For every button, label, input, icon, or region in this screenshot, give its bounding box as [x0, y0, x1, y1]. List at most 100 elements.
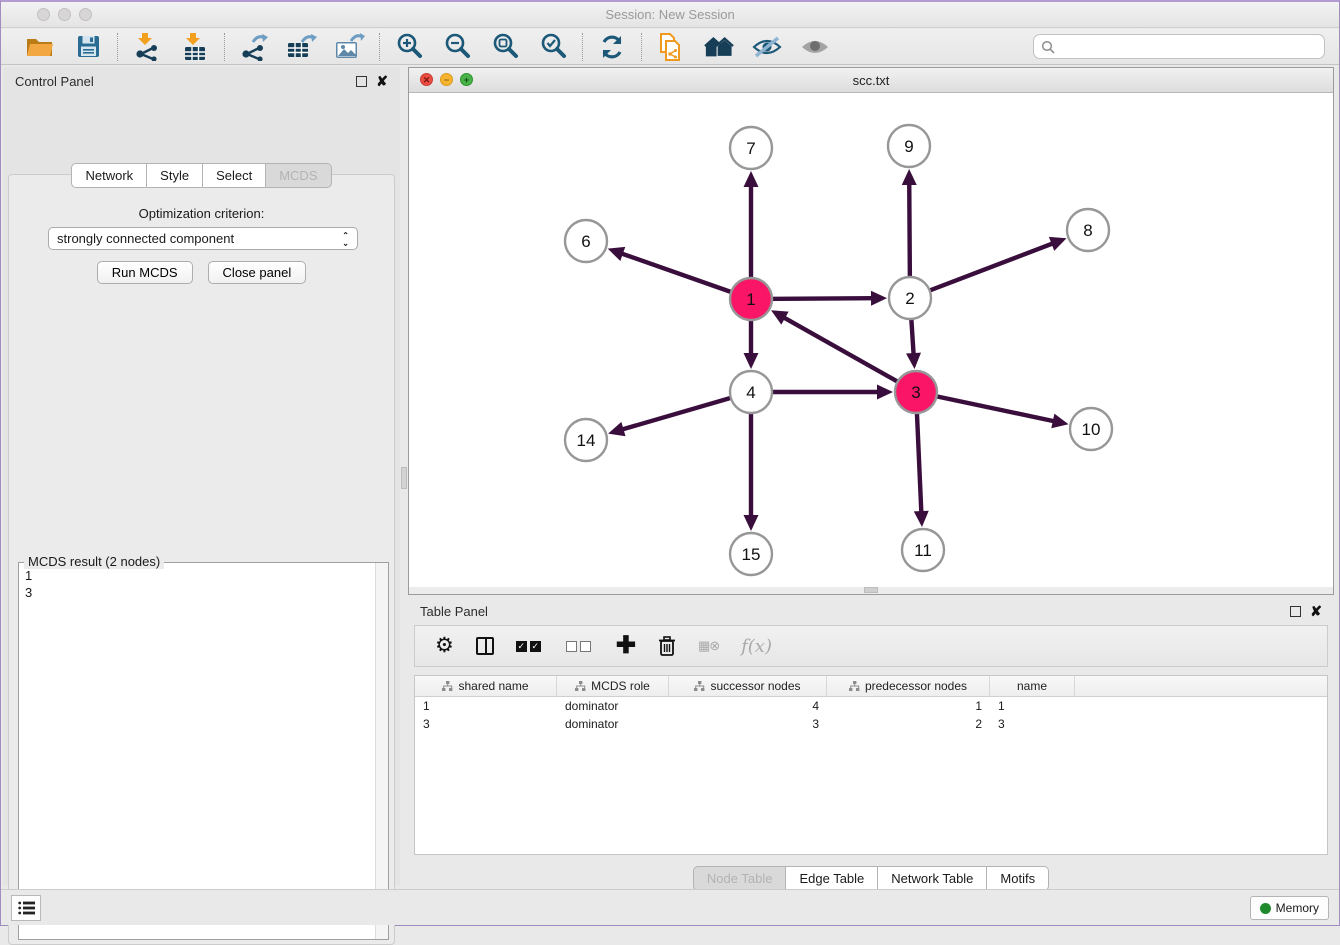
mcds-result-item[interactable]: 3	[25, 584, 369, 601]
criterion-dropdown[interactable]: strongly connected component ⌃⌃	[48, 227, 358, 250]
deselect-all-icon[interactable]	[566, 641, 594, 652]
select-all-icon[interactable]: ✓✓	[516, 641, 544, 652]
graph-node-14[interactable]: 14	[565, 419, 607, 461]
graph-node-4[interactable]: 4	[730, 371, 772, 413]
export-network-icon[interactable]	[239, 32, 269, 62]
svg-text:1: 1	[746, 290, 755, 309]
network-window-titlebar[interactable]: ✕ − + scc.txt	[409, 68, 1333, 93]
cell-predecessor-nodes[interactable]: 2	[827, 717, 990, 733]
cell-shared-name[interactable]: 3	[415, 717, 557, 733]
graph-node-7[interactable]: 7	[730, 127, 772, 169]
tab-mcds[interactable]: MCDS	[266, 163, 331, 188]
cell-mcds-role[interactable]: dominator	[557, 717, 669, 733]
column-header-name[interactable]: name	[990, 676, 1075, 696]
cell-successor-nodes[interactable]: 3	[669, 717, 827, 733]
zoom-out-icon[interactable]	[442, 32, 472, 62]
graph-node-11[interactable]: 11	[902, 529, 944, 571]
network-window-bottom	[409, 587, 1333, 594]
graph-node-9[interactable]: 9	[888, 125, 930, 167]
tab-network[interactable]: Network	[71, 163, 147, 188]
cell-name[interactable]: 3	[990, 717, 1075, 733]
save-session-icon[interactable]	[73, 32, 103, 62]
network-close-button[interactable]: ✕	[420, 73, 433, 86]
criterion-value: strongly connected component	[57, 231, 342, 246]
graph-node-6[interactable]: 6	[565, 220, 607, 262]
run-mcds-button[interactable]: Run MCDS	[97, 261, 193, 284]
column-header-shared-name[interactable]: shared name	[415, 676, 557, 696]
network-canvas[interactable]: 7 9 6 8 1 2 4 3 14 10 15 11	[409, 93, 1333, 587]
hide-selected-eye-icon[interactable]	[752, 32, 782, 62]
show-all-home-icon[interactable]	[704, 32, 734, 62]
tab-network-table[interactable]: Network Table	[878, 866, 987, 891]
panel-splitter[interactable]	[400, 67, 408, 885]
float-panel-icon[interactable]	[356, 76, 367, 87]
cell-mcds-role[interactable]: dominator	[557, 699, 669, 715]
show-hidden-eye-icon[interactable]	[800, 32, 830, 62]
tab-motifs[interactable]: Motifs	[987, 866, 1049, 891]
open-session-icon[interactable]	[25, 32, 55, 62]
import-network-icon[interactable]	[132, 32, 162, 62]
graph-node-2[interactable]: 2	[889, 277, 931, 319]
graph-edge-3-1[interactable]	[771, 310, 916, 392]
zoom-fit-icon[interactable]	[490, 32, 520, 62]
splitter-grip[interactable]	[401, 467, 407, 489]
window-minimize-button[interactable]	[58, 8, 71, 21]
cell-shared-name[interactable]: 1	[415, 699, 557, 715]
graph-edge-4-14[interactable]	[608, 392, 751, 436]
graph-node-15[interactable]: 15	[730, 533, 772, 575]
table-row[interactable]: 1 dominator 4 1 1	[415, 699, 1327, 715]
settings-gear-icon[interactable]: ⚙	[435, 636, 454, 656]
search-input[interactable]	[1059, 37, 1324, 57]
close-table-panel-icon[interactable]: ✘	[1310, 606, 1322, 617]
table-row[interactable]: 3 dominator 3 2 3	[415, 717, 1327, 733]
window-resize-grip[interactable]	[864, 587, 878, 593]
search-field[interactable]	[1033, 34, 1325, 59]
tab-edge-table[interactable]: Edge Table	[786, 866, 878, 891]
close-panel-icon[interactable]: ✘	[376, 76, 388, 87]
graph-edge-2-8[interactable]	[910, 237, 1067, 298]
add-column-icon[interactable]: ✚	[616, 637, 636, 655]
export-image-icon[interactable]	[335, 32, 365, 62]
node-table[interactable]: shared name MCDS role successor nodes pr…	[414, 675, 1328, 855]
mcds-result-item[interactable]: 1	[25, 567, 369, 584]
memory-button[interactable]: Memory	[1250, 896, 1329, 920]
toggle-columns-icon[interactable]	[476, 637, 494, 655]
graph-node-10[interactable]: 10	[1070, 408, 1112, 450]
graph-node-3[interactable]: 3	[895, 371, 937, 413]
graph-edge-1-6[interactable]	[608, 247, 751, 299]
mcds-result-list[interactable]: 1 3	[19, 563, 375, 939]
graph-node-8[interactable]: 8	[1067, 209, 1109, 251]
refresh-view-icon[interactable]	[597, 32, 627, 62]
task-history-button[interactable]	[11, 895, 41, 921]
memory-status-dot	[1260, 903, 1271, 914]
import-table-icon[interactable]	[180, 32, 210, 62]
svg-text:7: 7	[746, 139, 755, 158]
clone-network-icon[interactable]	[656, 32, 686, 62]
window-close-button[interactable]	[37, 8, 50, 21]
network-graph[interactable]: 7 9 6 8 1 2 4 3 14 10 15 11	[409, 93, 1333, 587]
tab-style[interactable]: Style	[147, 163, 203, 188]
tab-node-table[interactable]: Node Table	[693, 866, 787, 891]
memory-label: Memory	[1276, 901, 1319, 915]
network-maximize-button[interactable]: +	[460, 73, 473, 86]
zoom-selected-icon[interactable]	[538, 32, 568, 62]
column-header-predecessor-nodes[interactable]: predecessor nodes	[827, 676, 990, 696]
close-panel-button[interactable]: Close panel	[208, 261, 307, 284]
column-header-successor-nodes[interactable]: successor nodes	[669, 676, 827, 696]
svg-text:2: 2	[905, 289, 914, 308]
zoom-in-icon[interactable]	[394, 32, 424, 62]
delete-rows-trash-icon[interactable]	[658, 636, 676, 657]
cell-predecessor-nodes[interactable]: 1	[827, 699, 990, 715]
export-table-icon[interactable]	[287, 32, 317, 62]
network-minimize-button[interactable]: −	[440, 73, 453, 86]
tab-select[interactable]: Select	[203, 163, 266, 188]
graph-node-1[interactable]: 1	[730, 278, 772, 320]
graph-edge-3-10[interactable]	[916, 392, 1068, 428]
result-scrollbar[interactable]	[375, 563, 388, 939]
app-title: Session: New Session	[1, 2, 1339, 28]
float-table-panel-icon[interactable]	[1290, 606, 1301, 617]
cell-successor-nodes[interactable]: 4	[669, 699, 827, 715]
window-maximize-button[interactable]	[79, 8, 92, 21]
column-header-mcds-role[interactable]: MCDS role	[557, 676, 669, 696]
cell-name[interactable]: 1	[990, 699, 1075, 715]
